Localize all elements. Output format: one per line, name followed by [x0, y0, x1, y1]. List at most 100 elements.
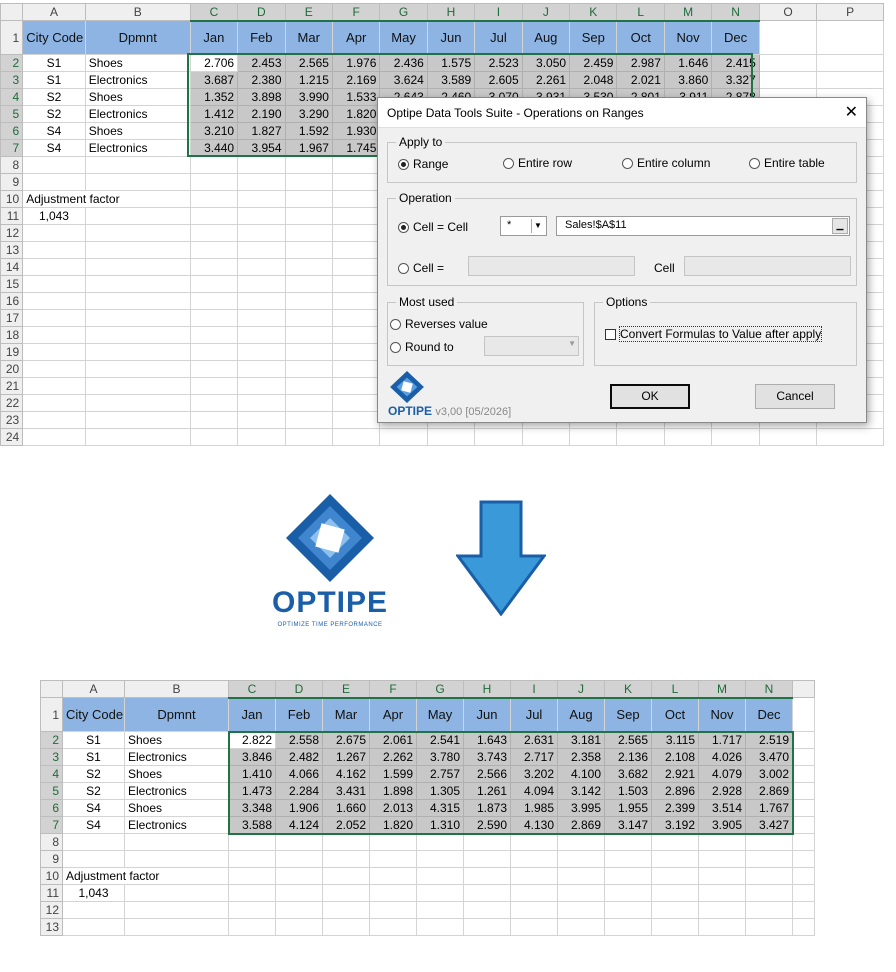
cell-city[interactable]: S2	[62, 765, 125, 783]
cell[interactable]	[322, 833, 370, 851]
cell[interactable]	[22, 309, 86, 327]
cell[interactable]	[604, 833, 652, 851]
cell[interactable]	[331, 173, 381, 191]
cell[interactable]	[237, 377, 286, 395]
cell[interactable]	[792, 816, 815, 834]
cell-value[interactable]: 2.869	[557, 816, 605, 834]
cell[interactable]	[745, 850, 793, 868]
column-header-m[interactable]: M	[698, 680, 746, 699]
header-month[interactable]: Mar	[322, 697, 370, 732]
cell[interactable]	[284, 258, 333, 276]
header-dpmnt[interactable]: Dpmnt	[84, 20, 191, 55]
cell[interactable]	[228, 833, 276, 851]
cell[interactable]	[62, 850, 125, 868]
cell-value[interactable]: 2.987	[616, 54, 665, 72]
cell-value[interactable]: 2.519	[745, 731, 793, 749]
cell-value[interactable]: 2.757	[416, 765, 464, 783]
header-month[interactable]: May	[416, 697, 464, 732]
radio-entire-row[interactable]: Entire row	[503, 156, 572, 170]
cell[interactable]	[792, 697, 815, 732]
cell-value[interactable]: 3.142	[557, 782, 605, 800]
cell-value[interactable]: 1.305	[416, 782, 464, 800]
label-adjustment-factor[interactable]: Adjustment factor	[62, 867, 229, 885]
reference-input[interactable]: Sales!$A$11 ▁	[556, 216, 850, 236]
cell-value[interactable]: 1.873	[463, 799, 511, 817]
row-header[interactable]: 3	[40, 748, 63, 766]
header-dpmnt[interactable]: Dpmnt	[124, 697, 229, 732]
cell[interactable]	[698, 867, 746, 885]
cell[interactable]	[284, 309, 333, 327]
cell-value[interactable]: 4.066	[275, 765, 323, 783]
radio-cell-eq-cell[interactable]: Cell = Cell	[398, 220, 468, 234]
cell[interactable]	[284, 241, 333, 259]
column-header-h[interactable]: H	[463, 680, 511, 699]
cell[interactable]	[237, 241, 286, 259]
cell[interactable]	[275, 867, 323, 885]
cell[interactable]	[651, 918, 699, 936]
cell[interactable]	[369, 850, 417, 868]
column-header-n[interactable]: N	[711, 3, 760, 22]
cell[interactable]	[22, 156, 86, 174]
cell-value[interactable]: 2.631	[510, 731, 558, 749]
header-month[interactable]: Apr	[331, 20, 381, 55]
cell[interactable]	[557, 901, 605, 919]
row-header[interactable]: 7	[0, 139, 24, 157]
cell[interactable]	[792, 731, 815, 749]
cell[interactable]	[22, 377, 86, 395]
cell[interactable]	[816, 54, 884, 72]
cell[interactable]	[228, 918, 276, 936]
cell-value[interactable]: 3.589	[426, 71, 476, 89]
cell[interactable]	[275, 850, 323, 868]
radio-entire-table[interactable]: Entire table	[749, 156, 825, 170]
cancel-button[interactable]: Cancel	[755, 384, 835, 409]
cell[interactable]	[758, 428, 818, 446]
cell-value[interactable]: 1.575	[426, 54, 476, 72]
cell-value[interactable]: 4.315	[416, 799, 464, 817]
cell-dept[interactable]: Electronics	[124, 748, 229, 766]
cell[interactable]	[651, 833, 699, 851]
cell[interactable]	[84, 411, 191, 429]
cell[interactable]	[22, 360, 86, 378]
cell-value[interactable]: 2.523	[474, 54, 523, 72]
row-header[interactable]: 8	[0, 156, 24, 174]
cell[interactable]	[237, 190, 286, 208]
cell[interactable]	[331, 326, 381, 344]
cell-value[interactable]: 1.745	[331, 139, 381, 157]
select-all-corner[interactable]	[40, 680, 63, 698]
cell[interactable]	[663, 428, 713, 446]
cell[interactable]	[463, 901, 511, 919]
cell[interactable]	[124, 901, 229, 919]
cell[interactable]	[124, 918, 229, 936]
cell-value[interactable]: 1.643	[463, 731, 511, 749]
cell[interactable]	[189, 377, 239, 395]
cell[interactable]	[369, 867, 417, 885]
cell[interactable]	[510, 884, 558, 902]
cell[interactable]	[792, 833, 815, 851]
cell[interactable]	[745, 918, 793, 936]
cell[interactable]	[604, 918, 652, 936]
column-header-g[interactable]: G	[379, 3, 428, 22]
column-header-n[interactable]: N	[745, 680, 793, 699]
cell-value[interactable]: 2.284	[275, 782, 323, 800]
cell[interactable]	[237, 326, 286, 344]
cell[interactable]	[698, 850, 746, 868]
cell[interactable]	[331, 156, 381, 174]
cell-value[interactable]: 1.820	[331, 105, 381, 123]
cell[interactable]	[237, 343, 286, 361]
column-header-l[interactable]: L	[616, 3, 665, 22]
row-header[interactable]: 6	[40, 799, 63, 817]
cell[interactable]	[758, 71, 818, 89]
cell[interactable]	[557, 850, 605, 868]
cell[interactable]	[521, 428, 571, 446]
cell-value[interactable]: 3.860	[663, 71, 713, 89]
cell-value[interactable]: 3.202	[510, 765, 558, 783]
cell-value[interactable]: 2.190	[237, 105, 286, 123]
cell[interactable]	[189, 428, 239, 446]
cell-value[interactable]: 1.906	[275, 799, 323, 817]
cell-dept[interactable]: Shoes	[124, 765, 229, 783]
cell-value[interactable]: 2.541	[416, 731, 464, 749]
cell-city[interactable]: S4	[62, 816, 125, 834]
column-header-d[interactable]: D	[237, 3, 286, 22]
row-header[interactable]: 5	[40, 782, 63, 800]
cell[interactable]	[463, 850, 511, 868]
